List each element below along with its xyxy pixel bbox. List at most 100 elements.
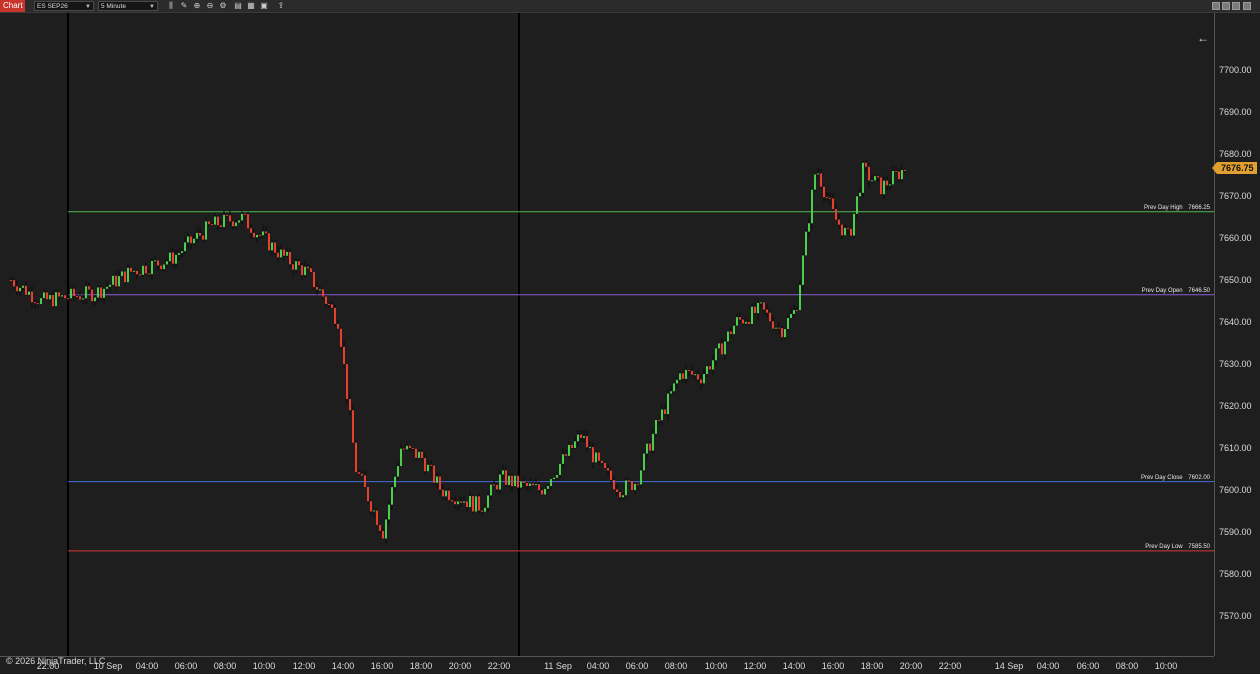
candle-body (46, 292, 48, 300)
candle-body (289, 251, 291, 265)
candle-body (682, 373, 684, 379)
candle-body (850, 228, 852, 236)
candle-body (421, 451, 423, 459)
candle-body (52, 295, 54, 307)
candle-body (184, 242, 186, 252)
drawing-tool-icon[interactable]: ✎ (179, 1, 189, 11)
zoom-out-icon[interactable]: ⊖ (205, 1, 215, 11)
candle-body (622, 495, 624, 498)
candle-body (394, 476, 396, 488)
candle-body (733, 325, 735, 335)
price-chart[interactable] (0, 13, 1214, 656)
candle-body (205, 221, 207, 240)
properties-icon[interactable]: ⚙ (218, 1, 228, 11)
level-name: Prev Day Low (1145, 543, 1183, 550)
candle-body (619, 491, 621, 498)
candle-body (694, 374, 696, 376)
share-icon[interactable]: ⇪ (276, 1, 286, 11)
interval-selector[interactable]: 5 Minute ▼ (98, 1, 158, 11)
price-axis-label: 7650.00 (1219, 275, 1252, 285)
time-axis-label: 12:00 (743, 661, 767, 671)
time-axis-label: 04:00 (135, 661, 159, 671)
strategies-icon[interactable]: ▤ (233, 1, 243, 11)
templates-icon[interactable]: ▣ (259, 1, 269, 11)
time-axis-label: 14:00 (331, 661, 355, 671)
candle-body (388, 504, 390, 520)
instrument-selector[interactable]: ES SEP26 ▼ (34, 1, 94, 11)
candle-body (193, 238, 195, 244)
chart-tab[interactable]: Chart (0, 0, 25, 12)
time-axis-label: 10:00 (252, 661, 276, 671)
candle-body (100, 287, 102, 298)
candle-body (91, 289, 93, 302)
candle-body (316, 287, 318, 290)
candle-body (646, 443, 648, 454)
candle-body (688, 369, 690, 371)
candle-body (751, 306, 753, 325)
candle-body (541, 490, 543, 495)
candle-body (859, 192, 861, 197)
candle-body (412, 447, 414, 449)
candle-body (745, 321, 747, 324)
candle-body (226, 214, 228, 216)
candle-body (262, 231, 264, 236)
time-axis[interactable]: 22:00 10 Sep 04:00 06:00 08:00 10:00 12:00 14:0… (0, 656, 1214, 674)
candle-body (490, 484, 492, 496)
restore-icon[interactable] (1222, 2, 1230, 10)
bar-type-icon[interactable]: ⫼ (166, 1, 176, 11)
candle-body (730, 331, 732, 335)
candle-body (250, 228, 252, 233)
candle-body (277, 252, 279, 258)
candle-body (856, 196, 858, 214)
level-value: 7585.50 (1186, 543, 1210, 550)
candle-body (169, 252, 171, 262)
maximize-icon[interactable] (1232, 2, 1240, 10)
candle-body (676, 379, 678, 384)
candle-body (283, 249, 285, 256)
candle-body (43, 292, 45, 299)
time-axis-label: 08:00 (664, 661, 688, 671)
candle-body (604, 463, 606, 469)
prev-day-level-label: Prev Day Low 7585.50 (1145, 544, 1210, 550)
candle-body (430, 464, 432, 466)
chart-panel[interactable]: © 2026 NinjaTrader, LLC ← Prev Day High … (0, 13, 1214, 666)
candle-body (190, 236, 192, 244)
close-icon[interactable] (1243, 2, 1251, 10)
candle-body (25, 285, 27, 295)
price-axis-label: 7670.00 (1219, 191, 1252, 201)
minimize-icon[interactable] (1212, 2, 1220, 10)
candle-body (613, 479, 615, 490)
arrow-left-icon[interactable]: ← (1197, 31, 1209, 45)
price-axis-label: 7660.00 (1219, 233, 1252, 243)
candle-body (703, 374, 705, 384)
candle-body (313, 272, 315, 288)
candle-body (784, 329, 786, 338)
indicators-icon[interactable]: ▦ (246, 1, 256, 11)
candle-body (862, 162, 864, 193)
price-axis-label: 7570.00 (1219, 611, 1252, 621)
candle-body (112, 275, 114, 285)
time-axis-label: 06:00 (174, 661, 198, 671)
price-axis-label: 7620.00 (1219, 401, 1252, 411)
price-axis-label: 7680.00 (1219, 149, 1252, 159)
candle-body (40, 298, 42, 305)
candle-body (442, 489, 444, 497)
candle-body (472, 495, 474, 512)
candle-body (793, 310, 795, 314)
price-axis[interactable]: 7700.00 7690.00 7680.00 7670.00 7660.00 7650.… (1212, 13, 1260, 656)
price-axis-label: 7700.00 (1219, 65, 1252, 75)
zoom-in-icon[interactable]: ⊕ (192, 1, 202, 11)
candle-body (181, 251, 183, 253)
candle-body (865, 162, 867, 167)
candle-body (736, 317, 738, 326)
candle-body (901, 170, 903, 180)
candle-body (508, 475, 510, 485)
candle-body (208, 221, 210, 225)
candle-body (10, 280, 12, 281)
candle-body (610, 470, 612, 480)
candle-body (166, 261, 168, 265)
candle-body (817, 173, 819, 175)
candle-body (130, 267, 132, 272)
candle-body (853, 213, 855, 236)
price-axis-label: 7600.00 (1219, 485, 1252, 495)
